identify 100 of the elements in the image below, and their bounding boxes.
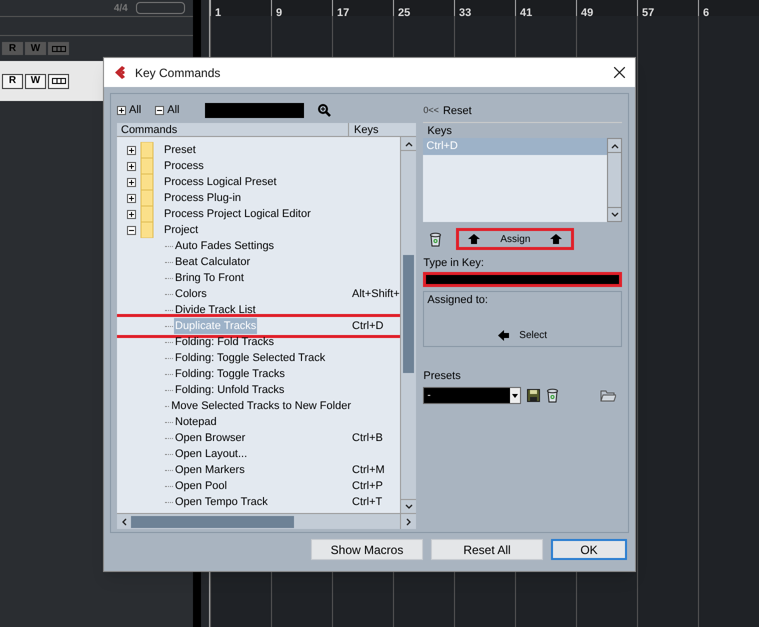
- scroll-left-icon[interactable]: [120, 518, 128, 526]
- presets-dropdown[interactable]: -: [423, 387, 522, 404]
- scroll-up-icon[interactable]: [404, 140, 413, 148]
- ruler-number: 33: [458, 7, 472, 19]
- command-item[interactable]: Open Layout...: [174, 446, 248, 462]
- folder-icon: [140, 190, 154, 206]
- ruler-number: 57: [642, 7, 654, 19]
- command-item[interactable]: Folding: Toggle Selected Track: [174, 350, 326, 366]
- folder-open-icon[interactable]: [600, 389, 616, 402]
- close-icon[interactable]: [614, 67, 625, 78]
- time-signature: 4/4: [114, 2, 128, 16]
- command-folder[interactable]: Process Plug-in: [164, 190, 242, 206]
- command-item[interactable]: Folding: Unfold Tracks: [174, 382, 286, 398]
- folder-icon: [140, 206, 154, 222]
- ruler-number: 9: [276, 7, 282, 19]
- key-shortcut: Ctrl+M: [352, 462, 385, 478]
- command-item[interactable]: Open Browser: [174, 430, 246, 446]
- dialog-button[interactable]: Show Macros: [311, 539, 423, 560]
- type-in-key-label: Type in Key:: [423, 256, 485, 270]
- expand-icon[interactable]: [117, 106, 126, 114]
- folder-icon: [140, 158, 154, 174]
- dialog-button[interactable]: OK: [551, 539, 627, 560]
- grid-icon: [52, 78, 66, 84]
- app-logo-icon: [114, 66, 127, 79]
- ruler-number: 1: [214, 7, 222, 19]
- trash-icon[interactable]: [546, 388, 560, 403]
- ruler-number: 6: [702, 7, 710, 19]
- assigned-to-label: Assigned to:: [427, 293, 489, 308]
- command-folder[interactable]: Process: [164, 158, 204, 174]
- arrow-up-icon: [550, 234, 562, 244]
- command-item[interactable]: Auto Fades Settings: [174, 238, 276, 254]
- trash-icon[interactable]: [429, 232, 442, 246]
- collapse-icon[interactable]: [155, 106, 164, 114]
- read-button[interactable]: R: [2, 74, 23, 88]
- command-item[interactable]: Divide Track List: [174, 302, 257, 318]
- expand-icon[interactable]: [127, 178, 136, 186]
- command-item[interactable]: Move Selected Tracks to New Folder: [170, 398, 352, 414]
- write-button[interactable]: W: [25, 74, 46, 88]
- search-field[interactable]: [205, 102, 304, 118]
- reset-button[interactable]: Reset: [442, 102, 472, 120]
- window-title: Key Commands: [135, 64, 220, 82]
- presets-value: -: [426, 389, 431, 403]
- vertical-scrollbar[interactable]: [607, 138, 622, 222]
- ruler-number: 25: [398, 7, 410, 19]
- command-item[interactable]: Folding: Toggle Tracks: [174, 366, 286, 382]
- command-item[interactable]: Beat Calculator: [174, 254, 252, 270]
- dropdown-caret-icon[interactable]: [512, 394, 518, 398]
- expand-icon[interactable]: [127, 162, 136, 170]
- vertical-scrollbar[interactable]: [400, 137, 416, 513]
- arrow-left-icon: [498, 330, 510, 341]
- folder-icon: [140, 174, 154, 190]
- command-item[interactable]: Folding: Fold Tracks: [174, 334, 276, 350]
- reset-prefix: 0<<: [423, 104, 439, 118]
- key-shortcut: Ctrl+B: [352, 430, 383, 446]
- assign-button[interactable]: Assign: [460, 232, 570, 246]
- save-icon[interactable]: [527, 389, 540, 402]
- command-item[interactable]: Open Pool: [174, 478, 228, 494]
- expand-all-button[interactable]: All: [117, 102, 142, 118]
- scroll-down-icon[interactable]: [610, 210, 618, 218]
- track-options-button[interactable]: [48, 42, 69, 55]
- scroll-thumb[interactable]: [131, 516, 294, 528]
- command-folder[interactable]: Process Logical Preset: [164, 174, 276, 190]
- grid-icon: [52, 46, 66, 52]
- presets-label: Presets: [423, 369, 462, 383]
- expand-icon[interactable]: [127, 146, 136, 154]
- scroll-thumb[interactable]: [403, 255, 414, 373]
- key-shortcut: Alt+Shift+: [352, 286, 400, 302]
- key-input-field[interactable]: [423, 272, 622, 287]
- folder-icon: [140, 142, 154, 158]
- command-folder[interactable]: Project: [164, 222, 198, 238]
- ruler-number: 49: [580, 7, 594, 19]
- scroll-right-icon[interactable]: [404, 518, 413, 526]
- command-folder[interactable]: Process Project Logical Editor: [164, 206, 311, 222]
- expand-icon[interactable]: [127, 210, 136, 218]
- command-item[interactable]: Bring To Front: [174, 270, 245, 286]
- select-button[interactable]: Select: [498, 328, 548, 343]
- command-folder[interactable]: Preset: [164, 142, 196, 158]
- command-item[interactable]: Open Markers: [174, 462, 246, 478]
- column-header[interactable]: Commands: [117, 123, 349, 136]
- ruler-number: 41: [520, 7, 532, 19]
- arrow-up-icon: [468, 234, 480, 244]
- collapse-icon[interactable]: [127, 226, 136, 234]
- column-header[interactable]: Keys: [349, 123, 416, 136]
- keys-label: Keys: [426, 124, 453, 138]
- expand-icon[interactable]: [127, 194, 136, 202]
- scroll-down-icon[interactable]: [404, 502, 413, 510]
- key-shortcut: Ctrl+T: [352, 494, 382, 510]
- dialog-button[interactable]: Reset All: [431, 539, 543, 560]
- command-item[interactable]: Notepad: [174, 414, 218, 430]
- command-item[interactable]: Colors: [174, 286, 208, 302]
- horizontal-scrollbar[interactable]: [117, 513, 416, 529]
- collapse-all-button[interactable]: All: [155, 102, 180, 118]
- scroll-up-icon[interactable]: [610, 142, 618, 150]
- search-icon[interactable]: [318, 104, 332, 116]
- key-shortcut: Ctrl+D: [352, 318, 384, 334]
- ruler-number: 17: [336, 7, 350, 19]
- track-options-button[interactable]: [48, 74, 69, 88]
- command-item[interactable]: Open Tempo Track: [174, 494, 269, 510]
- folder-icon: [140, 222, 154, 238]
- key-shortcut: Ctrl+P: [352, 478, 383, 494]
